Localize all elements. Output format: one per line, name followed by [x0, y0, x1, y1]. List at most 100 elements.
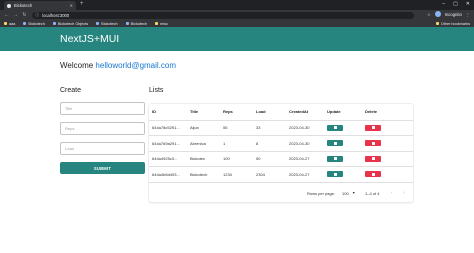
trash-icon [371, 141, 375, 145]
reload-icon[interactable]: ↻ [22, 12, 27, 18]
submit-button[interactable]: SUBMIT [60, 162, 145, 174]
cell-load: 33 [253, 120, 286, 136]
welcome-message: Welcome helloworld@gmail.com [60, 61, 176, 70]
cell-createdat: 2023-04-27 [286, 166, 324, 183]
app-title: NextJS+MUI [60, 33, 120, 45]
reps-input[interactable]: Reps [60, 122, 145, 135]
cell-title: Aljun [187, 120, 220, 136]
browser-tab-bar: Bickotech ✕ + – ▢ ✕ [0, 0, 474, 10]
cell-delete [362, 166, 413, 183]
cell-title: Bickotec [187, 151, 220, 167]
title-input-placeholder: Title [65, 106, 73, 111]
profile-avatar[interactable] [434, 11, 441, 17]
lists-table: ID Title Reps Load CreatedAt Update Dele… [149, 104, 413, 183]
update-button[interactable] [327, 140, 343, 147]
cell-update [324, 135, 362, 152]
edit-icon [333, 141, 337, 145]
cell-id: 644a4925c3... [149, 151, 187, 167]
cell-load: 50 [253, 151, 286, 167]
bookmark-icon [125, 22, 129, 25]
delete-button[interactable] [365, 124, 381, 131]
bookmark-icon [23, 22, 27, 25]
update-button[interactable] [327, 155, 343, 162]
new-tab-button[interactable]: + [80, 1, 84, 7]
table-pagination: Rows per page: 100 ▼ 1–4 of 4 ‹ › [149, 186, 413, 200]
browser-tab[interactable]: Bickotech ✕ [4, 1, 76, 10]
column-header-update: Update [324, 104, 362, 121]
bookmark-icon [96, 22, 100, 25]
close-window-icon[interactable]: ✕ [466, 1, 470, 7]
cell-delete [362, 120, 413, 136]
chevron-down-icon[interactable]: ▼ [352, 191, 355, 195]
minimize-icon[interactable]: – [442, 1, 445, 7]
edit-icon [333, 126, 337, 130]
update-button[interactable] [327, 171, 343, 178]
column-header-title: Title [187, 104, 220, 121]
cell-createdat: 2023-04-27 [286, 151, 324, 167]
menu-icon[interactable]: ⋮ [466, 12, 470, 17]
load-input[interactable]: Load [60, 142, 145, 155]
back-icon[interactable]: ← [4, 12, 9, 18]
cell-load: 8 [253, 135, 286, 152]
address-text: localhost:3000 [42, 12, 70, 18]
bookmark-item[interactable]: Bickotech [96, 22, 118, 26]
trash-icon [371, 126, 375, 130]
cell-load: 2304 [253, 166, 286, 183]
delete-button[interactable] [365, 155, 381, 162]
bookmark-item[interactable]: Bickotech [125, 22, 147, 26]
cell-id: 644a769a291... [149, 135, 187, 152]
tab-title: Bickotech [14, 3, 33, 8]
bookmark-item[interactable]: aaa [4, 22, 15, 26]
user-email: helloworld@gmail.com [95, 61, 177, 70]
forward-icon[interactable]: → [13, 12, 18, 18]
lists-heading: Lists [149, 87, 164, 94]
table-header-row: ID Title Reps Load CreatedAt Update Dele… [149, 104, 413, 121]
address-bar[interactable]: ⓘ localhost:3000 [32, 11, 414, 19]
delete-button[interactable] [365, 171, 381, 178]
cell-title: Bickotech [187, 166, 220, 183]
cell-update [324, 151, 362, 167]
toolbar-right: ☆ Incognito ⋮ [427, 11, 470, 17]
rows-per-page-label: Rows per page: [307, 190, 336, 196]
site-info-icon[interactable]: ⓘ [35, 12, 39, 18]
cell-delete [362, 151, 413, 167]
delete-button[interactable] [365, 140, 381, 147]
cell-update [324, 120, 362, 136]
update-button[interactable] [327, 124, 343, 131]
bookmark-item[interactable]: Bickotech Objects [52, 22, 88, 26]
column-header-delete: Delete [362, 104, 413, 121]
other-bookmarks[interactable]: Other bookmarks [435, 22, 470, 26]
maximize-icon[interactable]: ▢ [453, 1, 458, 7]
cell-createdat: 2023-04-30 [286, 120, 324, 136]
window-controls: – ▢ ✕ [442, 1, 470, 7]
rows-per-page-select[interactable]: 100 [342, 191, 349, 196]
tab-close-icon[interactable]: ✕ [70, 3, 73, 8]
load-input-placeholder: Load [65, 146, 74, 151]
next-page-icon[interactable]: › [403, 190, 405, 196]
edit-icon [333, 172, 337, 176]
app-bar: NextJS+MUI [0, 27, 474, 51]
cell-id: 644a78c5291... [149, 120, 187, 136]
folder-icon [155, 22, 159, 25]
cell-createdat: 2023-04-30 [286, 135, 324, 152]
bookmark-item[interactable]: misc [155, 22, 168, 26]
table-row: 644a4925c3... Bickotec 100 50 2023-04-27 [149, 151, 413, 167]
trash-icon [371, 157, 375, 161]
title-input[interactable]: Title [60, 102, 145, 115]
table-row: 644a769a291... Abrenica 1 8 2023-04-30 [149, 135, 413, 152]
bookmark-icon [52, 22, 56, 25]
star-icon[interactable]: ☆ [427, 12, 431, 17]
cell-reps: 55 [220, 120, 253, 136]
trash-icon [371, 172, 375, 176]
column-header-createdat: CreatedAt [286, 104, 324, 121]
cell-reps: 1 [220, 135, 253, 152]
previous-page-icon[interactable]: ‹ [391, 190, 393, 196]
edit-icon [333, 157, 337, 161]
profile-name[interactable]: Incognito [445, 12, 462, 17]
folder-icon [435, 22, 439, 25]
bookmark-item[interactable]: Bickotech [23, 22, 45, 26]
cell-title: Abrenica [187, 135, 220, 152]
lists-table-card: ID Title Reps Load CreatedAt Update Dele… [149, 104, 413, 202]
tab-favicon-icon [7, 3, 11, 8]
cell-id: 644a4b6d493... [149, 166, 187, 183]
